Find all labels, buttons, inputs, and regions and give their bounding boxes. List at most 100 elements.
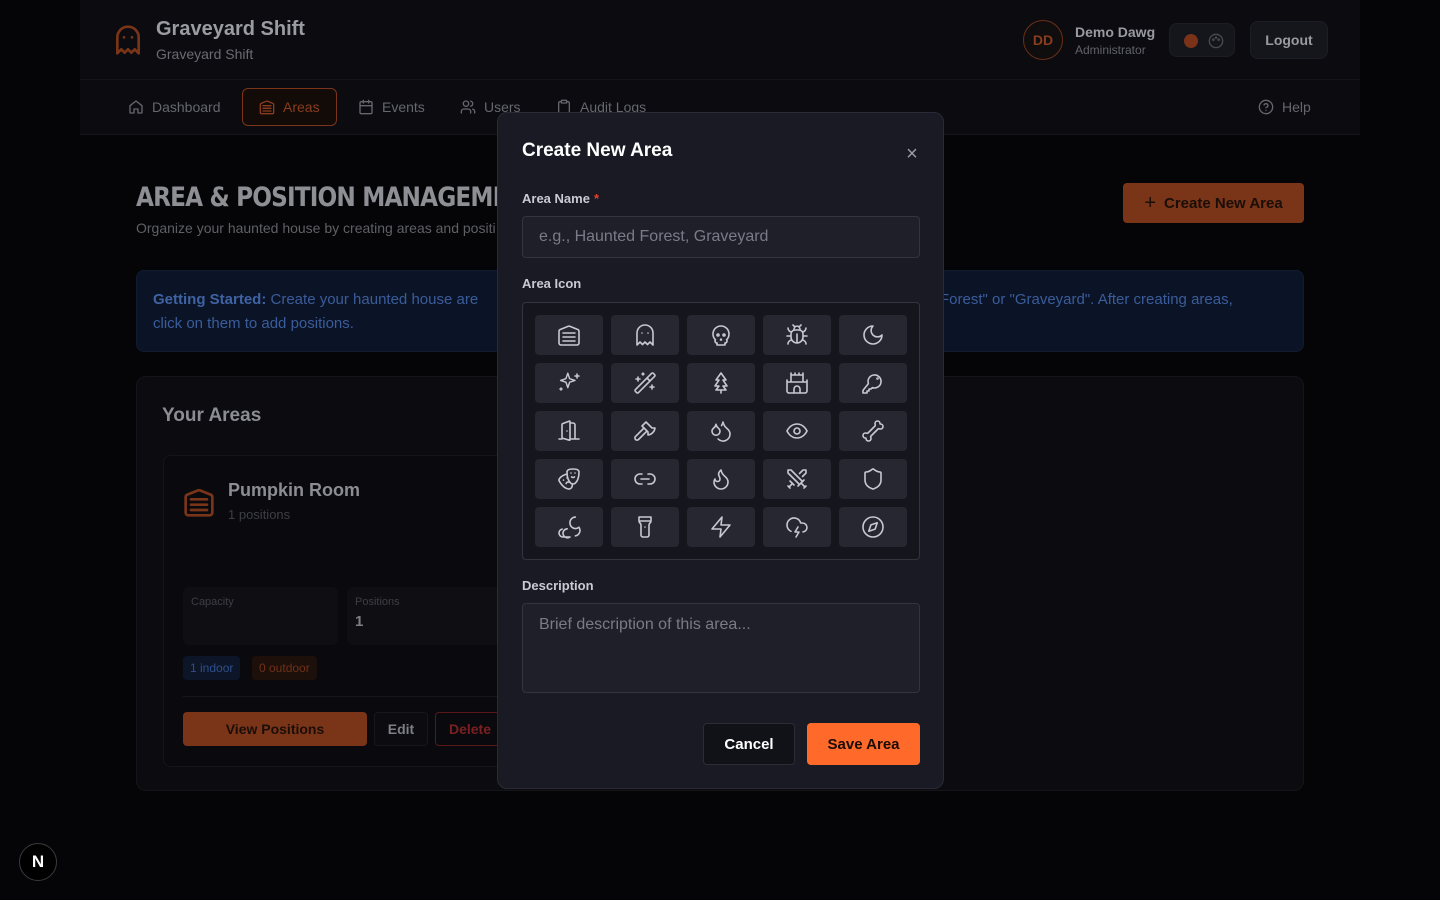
shield-icon xyxy=(864,468,882,490)
icon-option-cloud-lightning[interactable] xyxy=(763,507,831,547)
icon-option-bug[interactable] xyxy=(763,315,831,355)
delete-button[interactable]: Delete xyxy=(435,712,505,746)
area-name-label: Area Name * xyxy=(522,191,599,206)
icon-option-bone[interactable] xyxy=(839,411,907,451)
icon-option-shield[interactable] xyxy=(839,459,907,499)
key-icon xyxy=(862,374,882,394)
nav-help[interactable]: Help xyxy=(1242,88,1327,126)
ghost-logo-icon xyxy=(116,25,140,55)
icon-option-skull[interactable] xyxy=(687,315,755,355)
nav-help-label: Help xyxy=(1282,99,1311,115)
icon-option-castle[interactable] xyxy=(763,363,831,403)
area-positions-count: 1 positions xyxy=(228,507,291,522)
icon-option-sparkles[interactable] xyxy=(535,363,603,403)
flame-icon xyxy=(713,469,729,490)
sparkles-icon xyxy=(559,372,580,391)
nav-events-label: Events xyxy=(382,99,425,115)
droplets-icon xyxy=(711,421,731,442)
outdoor-tag: 0 outdoor xyxy=(252,656,317,680)
icon-option-flashlight[interactable] xyxy=(611,507,679,547)
wand-icon xyxy=(634,372,656,394)
nav-dashboard-label: Dashboard xyxy=(152,99,221,115)
create-new-area-label: Create New Area xyxy=(1164,194,1283,212)
areas-heading: Your Areas xyxy=(162,405,262,426)
theme-toggle[interactable] xyxy=(1169,23,1235,57)
plus-icon: + xyxy=(1144,191,1156,214)
compass-icon xyxy=(862,516,884,538)
edit-button[interactable]: Edit xyxy=(374,712,428,746)
icon-option-tree[interactable] xyxy=(687,363,755,403)
icon-option-cloud-moon[interactable] xyxy=(535,507,603,547)
lightning-icon xyxy=(711,516,731,538)
moon-icon xyxy=(863,325,883,345)
nav-areas-label: Areas xyxy=(283,99,320,115)
area-icon-label: Area Icon xyxy=(522,276,582,291)
description-input[interactable] xyxy=(522,603,920,693)
brand-subtitle: Graveyard Shift xyxy=(156,46,254,62)
info-text-left: Create your haunted house are xyxy=(270,291,479,308)
warehouse-icon xyxy=(558,325,580,346)
icon-option-wand[interactable] xyxy=(611,363,679,403)
close-icon[interactable]: × xyxy=(902,144,922,165)
tree-icon xyxy=(714,372,728,394)
brand-title: Graveyard Shift xyxy=(156,18,305,40)
avatar[interactable]: DD xyxy=(1023,20,1063,60)
icon-option-link[interactable] xyxy=(611,459,679,499)
icon-option-key[interactable] xyxy=(839,363,907,403)
skull-icon xyxy=(712,325,730,346)
icon-option-warehouse[interactable] xyxy=(535,315,603,355)
positions-label: Positions xyxy=(355,596,400,608)
info-bold: Getting Started: xyxy=(153,291,267,308)
icon-option-axe[interactable] xyxy=(611,411,679,451)
door-icon xyxy=(558,420,580,442)
icon-option-moon[interactable] xyxy=(839,315,907,355)
warehouse-icon xyxy=(259,100,275,115)
icon-option-droplets[interactable] xyxy=(687,411,755,451)
save-area-button[interactable]: Save Area xyxy=(807,723,920,765)
indoor-tag: 1 indoor xyxy=(183,656,241,680)
icon-option-zap[interactable] xyxy=(687,507,755,547)
theme-color-dot xyxy=(1184,34,1198,48)
warehouse-icon xyxy=(184,488,214,517)
swords-icon xyxy=(787,469,807,489)
view-positions-button[interactable]: View Positions xyxy=(183,712,367,746)
axe-icon xyxy=(634,421,656,441)
positions-stat: Positions 1 xyxy=(347,587,502,645)
bone-icon xyxy=(862,420,884,442)
icon-option-ghost[interactable] xyxy=(611,315,679,355)
nav-events[interactable]: Events xyxy=(342,88,441,126)
cloud-moon-icon xyxy=(558,516,581,539)
home-icon xyxy=(129,100,143,114)
area-card: Pumpkin Room 1 positions Capacity Positi… xyxy=(163,455,523,767)
flashlight-icon xyxy=(638,516,652,538)
area-name: Pumpkin Room xyxy=(228,480,361,500)
users-icon xyxy=(460,100,476,114)
cloud-lightning-icon xyxy=(786,517,808,538)
info-text-right: Forest" or "Graveyard". After creating a… xyxy=(940,291,1233,308)
nav-dashboard[interactable]: Dashboard xyxy=(112,88,237,126)
drama-mask-icon xyxy=(558,468,580,490)
icon-option-eye[interactable] xyxy=(763,411,831,451)
calendar-icon xyxy=(359,99,373,115)
framework-badge[interactable]: N xyxy=(19,843,57,881)
description-label: Description xyxy=(522,578,594,593)
area-name-input[interactable] xyxy=(522,216,920,258)
card-divider xyxy=(183,696,505,697)
create-new-area-button[interactable]: + Create New Area xyxy=(1123,183,1304,223)
user-name: Demo Dawg xyxy=(1075,24,1156,40)
icon-option-flame[interactable] xyxy=(687,459,755,499)
icon-option-drama[interactable] xyxy=(535,459,603,499)
icon-option-compass[interactable] xyxy=(839,507,907,547)
top-bar: Graveyard Shift Graveyard Shift DD Demo … xyxy=(80,0,1360,80)
icon-option-door[interactable] xyxy=(535,411,603,451)
nav-areas[interactable]: Areas xyxy=(242,88,337,126)
icon-option-swords[interactable] xyxy=(763,459,831,499)
bug-icon xyxy=(786,324,808,345)
chain-link-icon xyxy=(634,473,656,485)
capacity-label: Capacity xyxy=(191,596,234,608)
page-title: AREA & POSITION MANAGEMENT xyxy=(136,182,542,213)
page-subtitle: Organize your haunted house by creating … xyxy=(136,220,496,236)
cancel-button[interactable]: Cancel xyxy=(703,723,795,765)
ghost-icon xyxy=(636,324,654,346)
logout-button[interactable]: Logout xyxy=(1250,21,1328,59)
